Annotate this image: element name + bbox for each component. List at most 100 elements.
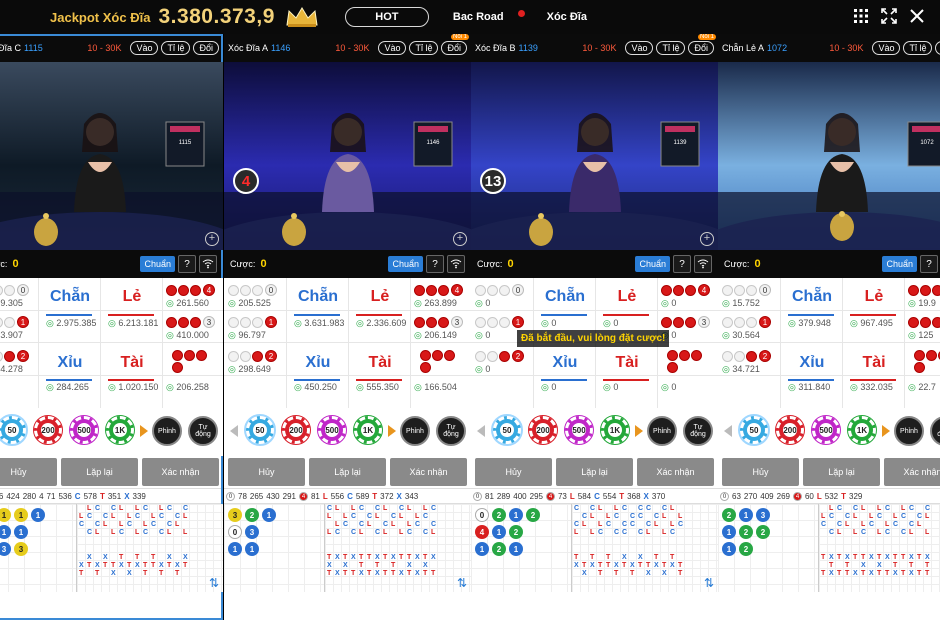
repeat-button[interactable]: Lặp lại	[61, 458, 138, 486]
standard-mode-button[interactable]: Chuẩn	[882, 256, 917, 272]
bet-big[interactable]: Tài	[350, 354, 410, 372]
bet-small[interactable]: Xỉu	[288, 354, 348, 372]
rebet-chip[interactable]: Phỉnh	[152, 416, 182, 446]
live-video[interactable]: 1072 +	[718, 62, 940, 250]
cancel-button[interactable]: Hủy	[475, 458, 552, 486]
chevron-right-icon[interactable]	[882, 425, 890, 437]
chip-200[interactable]: 200	[33, 415, 63, 445]
bet-big[interactable]: Tài	[597, 354, 657, 372]
auto-chip[interactable]: Tự động	[188, 416, 218, 446]
chip-500[interactable]: 500	[69, 415, 99, 445]
hot-tab[interactable]: HOT	[344, 7, 429, 27]
bet-red-combo[interactable]	[914, 350, 940, 373]
chip-200[interactable]: 200	[775, 415, 805, 445]
chip-1k[interactable]: 1K	[847, 415, 877, 445]
bet-four-red[interactable]: 4	[908, 284, 940, 296]
bet-odd[interactable]: Lẻ	[597, 288, 657, 306]
bet-three-white-one-red[interactable]: 1	[722, 316, 771, 328]
swap-icon[interactable]: ⇅	[704, 576, 714, 590]
bet-odd[interactable]: Lẻ	[844, 288, 904, 306]
odds-button[interactable]: Tỉ lệ	[656, 41, 686, 55]
confirm-button[interactable]: Xác nhận	[142, 458, 219, 486]
chip-200[interactable]: 200	[528, 415, 558, 445]
view-button[interactable]: Vào	[130, 41, 159, 55]
repeat-button[interactable]: Lặp lại	[309, 458, 386, 486]
bet-even[interactable]: Chẵn	[40, 288, 100, 306]
odds-button[interactable]: Tỉ lệ	[161, 41, 191, 55]
chevron-left-icon[interactable]	[477, 425, 485, 437]
zoom-plus-icon[interactable]: +	[453, 232, 467, 246]
zoom-plus-icon[interactable]: +	[700, 232, 714, 246]
bet-four-red[interactable]: 4	[661, 284, 710, 296]
help-button[interactable]: ?	[426, 255, 444, 273]
chip-500[interactable]: 500	[317, 415, 347, 445]
bet-small[interactable]: Xỉu	[782, 354, 842, 372]
nav-bac-road[interactable]: Bac Road	[453, 11, 504, 23]
signal-icon[interactable]	[447, 255, 465, 273]
change-button[interactable]: Đổi	[935, 41, 940, 55]
bet-small[interactable]: Xỉu	[40, 354, 100, 372]
cancel-button[interactable]: Hủy	[722, 458, 799, 486]
auto-chip[interactable]: Tự động	[436, 416, 466, 446]
bet-four-white[interactable]: 0	[228, 284, 277, 296]
view-button[interactable]: Vào	[378, 41, 407, 55]
bet-three-white-one-red[interactable]: 1	[228, 316, 277, 328]
bet-three-red-one-white[interactable]: 3	[414, 316, 463, 328]
chip-50[interactable]: 50	[738, 414, 770, 446]
bet-big[interactable]: Tài	[844, 354, 904, 372]
bet-three-red-one-white[interactable]: 3	[661, 316, 710, 328]
bet-two-two[interactable]: 2	[228, 350, 277, 362]
rebet-chip[interactable]: Phỉnh	[400, 416, 430, 446]
chip-500[interactable]: 500	[564, 415, 594, 445]
cancel-button[interactable]: Hủy	[228, 458, 305, 486]
swap-icon[interactable]: ⇅	[209, 576, 219, 590]
change-button[interactable]: Đổi	[193, 41, 219, 55]
chip-1k[interactable]: 1K	[353, 415, 383, 445]
close-icon[interactable]	[908, 7, 926, 25]
bet-four-white[interactable]: 0	[475, 284, 524, 296]
confirm-button[interactable]: Xác nhận	[390, 458, 467, 486]
bet-three-white-one-red[interactable]: 1	[0, 316, 29, 328]
table-panel[interactable]: Xóc Đĩa B 1139 10 - 30K Vào Tỉ lệ Đổi Nổi…	[471, 34, 718, 620]
change-button[interactable]: Đổi Nổi 1	[441, 34, 469, 55]
bet-red-combo[interactable]	[172, 350, 216, 373]
signal-icon[interactable]	[199, 255, 217, 273]
chevron-right-icon[interactable]	[388, 425, 396, 437]
grid-icon[interactable]	[852, 7, 870, 25]
cancel-button[interactable]: Hủy	[0, 458, 57, 486]
zoom-plus-icon[interactable]: +	[205, 232, 219, 246]
standard-mode-button[interactable]: Chuẩn	[140, 256, 175, 272]
nav-xoc-dia[interactable]: Xóc Đĩa	[547, 11, 587, 23]
table-panel[interactable]: Xóc Đĩa A 1146 10 - 30K Vào Tỉ lệ Đổi Nổi…	[224, 34, 471, 620]
bet-small[interactable]: Xỉu	[535, 354, 595, 372]
bet-four-white[interactable]: 0	[0, 284, 29, 296]
bet-two-two[interactable]: 2	[475, 350, 524, 362]
live-video[interactable]: 1139 13 +	[471, 62, 718, 250]
rebet-chip[interactable]: Phỉnh	[647, 416, 677, 446]
table-panel[interactable]: Xóc Đĩa C 1115 10 - 30K Vào Tỉ lệ Đổi	[0, 34, 223, 620]
chip-50[interactable]: 50	[0, 414, 28, 446]
bet-odd[interactable]: Lẻ	[350, 288, 410, 306]
confirm-button[interactable]: Xác nhận	[884, 458, 940, 486]
bet-three-red-one-white[interactable]: 3	[908, 316, 940, 328]
live-video[interactable]: 1146 4 +	[224, 62, 471, 250]
auto-chip[interactable]: Tự động	[683, 416, 713, 446]
chevron-left-icon[interactable]	[230, 425, 238, 437]
chip-1k[interactable]: 1K	[600, 415, 630, 445]
bet-three-red-one-white[interactable]: 3	[166, 316, 215, 328]
table-panel[interactable]: Chẵn Lẻ A 1072 10 - 30K Vào Tỉ lệ Đổi	[718, 34, 940, 620]
change-button[interactable]: Đổi Nổi 1	[688, 34, 716, 55]
bet-even[interactable]: Chẵn	[288, 288, 348, 306]
chevron-right-icon[interactable]	[140, 425, 148, 437]
view-button[interactable]: Vào	[872, 41, 901, 55]
swap-icon[interactable]: ⇅	[457, 576, 467, 590]
bet-odd[interactable]: Lẻ	[102, 288, 162, 306]
confirm-button[interactable]: Xác nhận	[637, 458, 714, 486]
auto-chip[interactable]: Tự động	[930, 416, 940, 446]
bet-two-two[interactable]: 2	[722, 350, 771, 362]
odds-button[interactable]: Tỉ lệ	[409, 41, 439, 55]
help-button[interactable]: ?	[178, 255, 196, 273]
bet-four-red[interactable]: 4	[166, 284, 215, 296]
odds-button[interactable]: Tỉ lệ	[903, 41, 933, 55]
chip-500[interactable]: 500	[811, 415, 841, 445]
